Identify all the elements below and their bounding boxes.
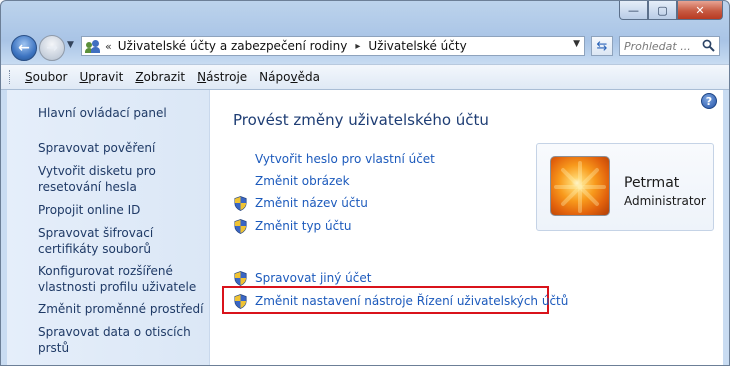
sidebar-item-control-panel-home[interactable]: Hlavní ovládací panel (38, 105, 206, 121)
address-dropdown-icon[interactable]: ▼ (573, 39, 580, 49)
recent-pages-dropdown-icon[interactable]: ▼ (67, 40, 74, 50)
avatar (550, 156, 610, 216)
user-name: Petrmat (624, 175, 680, 191)
sidebar-item-environment-variables[interactable]: Změnit proměnné prostředí (38, 301, 206, 317)
sidebar-item-fingerprint-data[interactable]: Spravovat data o otiscích prstů (38, 324, 206, 356)
overflow-chevron-icon[interactable]: « (105, 40, 112, 53)
menu-tools[interactable]: Nástroje (191, 70, 253, 84)
change-account-type-link[interactable]: Změnit typ účtu (255, 219, 352, 233)
address-bar[interactable]: « Uživatelské účty a zabezpečení rodiny … (81, 36, 585, 56)
change-picture-link[interactable]: Změnit obrázek (255, 174, 350, 188)
uac-shield-icon (234, 271, 247, 286)
help-icon[interactable]: ? (701, 93, 717, 109)
uac-shield-icon (234, 219, 247, 234)
sidebar-item-manage-credentials[interactable]: Spravovat pověření (38, 140, 206, 156)
task-pane: Hlavní ovládací panel Spravovat pověření… (7, 90, 210, 365)
create-password-link[interactable]: Vytvořit heslo pro vlastní účet (255, 152, 435, 166)
menu-bar: Soubor Upravit Zobrazit Nástroje Nápověd… (1, 64, 729, 90)
refresh-button[interactable]: ⇆ (591, 36, 613, 56)
navigation-bar: ← → ▼ « Uživatelské účty a zabezpečení r… (9, 34, 721, 62)
menu-grip (9, 70, 13, 84)
forward-button[interactable]: → (39, 35, 65, 61)
refresh-icon: ⇆ (596, 38, 608, 54)
user-role: Administrator (624, 194, 706, 208)
menu-view[interactable]: Zobrazit (129, 70, 191, 84)
content-area: Hlavní ovládací panel Spravovat pověření… (7, 90, 723, 365)
close-button[interactable]: ✕ (677, 1, 723, 20)
user-account-card: Petrmat Administrator (536, 143, 714, 231)
search-input[interactable] (624, 39, 702, 53)
search-icon[interactable] (702, 39, 715, 52)
uac-shield-icon (234, 196, 247, 211)
uac-shield-icon (234, 294, 247, 309)
forward-arrow-icon: → (46, 40, 58, 56)
explorer-window: — ▢ ✕ ← → ▼ « Uživatelské účty a zabezpe… (0, 0, 730, 366)
manage-another-account-link[interactable]: Spravovat jiný účet (255, 271, 371, 285)
minimize-button[interactable]: — (619, 1, 648, 20)
maximize-button[interactable]: ▢ (648, 1, 677, 20)
sidebar-item-advanced-profile-properties[interactable]: Konfigurovat rozšířené vlastnosti profil… (38, 263, 206, 295)
search-box[interactable] (619, 36, 720, 56)
breadcrumb-separator-icon[interactable]: ▸ (355, 41, 360, 52)
back-button[interactable]: ← (11, 35, 37, 61)
back-arrow-icon: ← (18, 40, 30, 56)
sidebar-item-password-reset-disk[interactable]: Vytvořit disketu pro resetování hesla (38, 163, 206, 195)
menu-edit[interactable]: Upravit (73, 70, 129, 84)
menu-file[interactable]: Soubor (19, 70, 73, 84)
change-uac-settings-link[interactable]: Změnit nastavení nástroje Řízení uživate… (255, 294, 568, 308)
change-account-name-link[interactable]: Změnit název účtu (255, 196, 368, 210)
main-panel: ? Provést změny uživatelského účtu Vytvo… (210, 90, 723, 365)
page-title: Provést změny uživatelského účtu (233, 111, 489, 129)
caption-buttons: — ▢ ✕ (619, 1, 723, 20)
user-accounts-icon (85, 39, 101, 53)
sidebar-item-file-encryption-certificates[interactable]: Spravovat šifrovací certifikáty souborů (38, 225, 206, 257)
sidebar-item-link-online-ids[interactable]: Propojit online ID (38, 202, 206, 218)
breadcrumb-user-accounts-family-safety[interactable]: Uživatelské účty a zabezpečení rodiny (118, 39, 348, 53)
breadcrumb-user-accounts[interactable]: Uživatelské účty (368, 39, 466, 53)
menu-help[interactable]: Nápověda (253, 70, 326, 84)
